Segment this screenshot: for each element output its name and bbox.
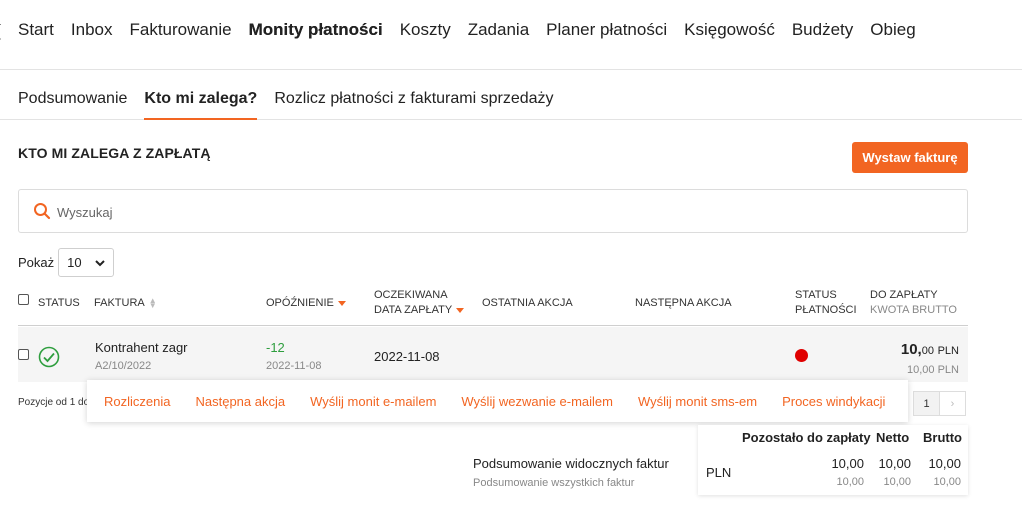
summary-table: Pozostało do zapłaty Netto Brutto PLN 10…	[698, 425, 968, 495]
action-wyslij-wezwanie-email[interactable]: Wyślij wezwanie e-mailem	[461, 394, 613, 409]
action-wyslij-monit-sms[interactable]: Wyślij monit sms-em	[638, 394, 757, 409]
header-to-pay: DO ZAPŁATY KWOTA BRUTTO	[870, 288, 957, 318]
next-page-button[interactable]: ›	[939, 391, 966, 416]
table-header: STATUS FAKTURA ▲ ▼ OPÓŹNIENIE OCZEKIWANA DA…	[18, 283, 968, 326]
sort-desc-icon	[337, 300, 346, 306]
page-size-select[interactable]: 10	[58, 248, 115, 277]
summary-visible-gross: 10,00	[928, 456, 961, 471]
nav-item-ksiegowosc[interactable]: Księgowość	[684, 20, 775, 40]
summary-visible-remaining: 10,00	[831, 456, 864, 471]
header-delay[interactable]: OPÓŹNIENIE	[266, 296, 346, 311]
action-rozliczenia[interactable]: Rozliczenia	[104, 394, 170, 409]
header-last-action: OSTATNIA AKCJA	[482, 297, 573, 309]
header-delay-label: OPÓŹNIENIE	[266, 297, 334, 309]
row-expected-date: 2022-11-08	[374, 349, 440, 364]
row-actions-menu: Rozliczenia Następna akcja Wyślij monit …	[87, 380, 908, 422]
header-expected-date[interactable]: OCZEKIWANA DATA ZAPŁATY	[374, 288, 465, 318]
tab-kto-mi-zalega[interactable]: Kto mi zalega?	[144, 90, 258, 120]
header-invoice[interactable]: FAKTURA ▲ ▼	[94, 296, 157, 311]
nav-item-monity-platnosci[interactable]: Monity płatności	[249, 20, 383, 40]
sub-navigation: Podsumowanie Kto mi zalega? Rozlicz płat…	[0, 71, 1022, 120]
page-button-1[interactable]: 1	[913, 391, 940, 416]
row-gross-amount: 10,00 PLN	[907, 364, 959, 376]
summary-header-remaining: Pozostało do zapłaty	[742, 430, 871, 445]
page-size-label: Pokaż	[18, 255, 55, 270]
summary-all-remaining: 10,00	[836, 476, 864, 488]
table-row[interactable]: Kontrahent zagr A2/10/2022 -12 2022-11-0…	[18, 327, 968, 382]
positions-info: Pozycje od 1 do	[18, 397, 90, 408]
summary-all-gross: 10,00	[933, 476, 961, 488]
row-checkbox[interactable]	[18, 349, 29, 360]
tab-podsumowanie[interactable]: Podsumowanie	[18, 90, 127, 120]
summary-visible-label: Podsumowanie widocznych faktur	[473, 456, 669, 471]
page-size-value: 10	[67, 255, 82, 270]
summary-all-net: 10,00	[883, 476, 911, 488]
row-contractor[interactable]: Kontrahent zagr	[95, 340, 188, 355]
search-icon	[34, 203, 51, 220]
pagination: 1 ›	[913, 391, 966, 416]
action-wyslij-monit-email[interactable]: Wyślij monit e-mailem	[310, 394, 436, 409]
row-invoice-number: A2/10/2022	[95, 360, 152, 372]
row-amount: 10,00 PLN	[901, 341, 959, 358]
nav-item-fakturowanie[interactable]: Fakturowanie	[130, 20, 232, 40]
row-delay-date: 2022-11-08	[266, 360, 322, 372]
row-amount-currency: PLN	[937, 345, 959, 357]
main-nav-items: Start Inbox Fakturowanie Monity płatnośc…	[18, 20, 933, 40]
main-navigation: [ Start Inbox Fakturowanie Monity płatno…	[0, 0, 1022, 70]
issue-invoice-button[interactable]: Wystaw fakturę	[852, 142, 968, 173]
summary-header-net: Netto	[876, 430, 910, 445]
sub-nav-items: Podsumowanie Kto mi zalega? Rozlicz płat…	[18, 90, 571, 120]
action-nastepna-akcja[interactable]: Następna akcja	[195, 394, 285, 409]
check-circle-icon	[38, 346, 60, 368]
header-next-action: NASTĘPNA AKCJA	[635, 297, 732, 309]
nav-item-koszty[interactable]: Koszty	[400, 20, 451, 40]
select-all-checkbox[interactable]	[18, 294, 29, 305]
nav-edge-fragment: [	[0, 21, 1, 41]
summary-all-label: Podsumowanie wszystkich faktur	[473, 477, 635, 489]
nav-item-zadania[interactable]: Zadania	[468, 20, 529, 40]
header-to-pay-line2: KWOTA BRUTTO	[870, 304, 957, 316]
nav-item-start[interactable]: Start	[18, 20, 54, 40]
page-size-control: Pokaż 10	[18, 248, 115, 277]
header-invoice-label: FAKTURA	[94, 297, 145, 309]
nav-item-planer-platnosci[interactable]: Planer płatności	[546, 20, 667, 40]
action-proces-windykacji[interactable]: Proces windykacji	[782, 394, 885, 409]
header-expected-date-line1: OCZEKIWANA	[374, 289, 448, 301]
summary-currency: PLN	[706, 465, 732, 480]
search-box[interactable]	[18, 189, 968, 233]
header-payment-status-line1: STATUS	[795, 289, 837, 301]
payment-status-dot	[795, 349, 808, 362]
search-input[interactable]	[57, 201, 937, 223]
header-status: STATUS	[38, 297, 80, 309]
row-delay-days: -12	[266, 340, 285, 355]
nav-item-obieg[interactable]: Obieg	[870, 20, 915, 40]
page-title: KTO MI ZALEGA Z ZAPŁATĄ	[18, 145, 211, 161]
header-payment-status-line2: PŁATNOŚCI	[795, 304, 857, 316]
summary-visible-net: 10,00	[878, 456, 911, 471]
summary-header-gross: Brutto	[923, 430, 962, 445]
chevron-down-icon	[95, 259, 105, 266]
nav-item-inbox[interactable]: Inbox	[71, 20, 113, 40]
nav-item-budzety[interactable]: Budżety	[792, 20, 853, 40]
header-to-pay-line1: DO ZAPŁATY	[870, 289, 938, 301]
sort-icon: ▲ ▼	[148, 296, 157, 311]
row-amount-int: 10,	[900, 341, 922, 358]
tab-rozlicz-platnosci[interactable]: Rozlicz płatności z fakturami sprzedaży	[274, 90, 553, 120]
header-payment-status: STATUS PŁATNOŚCI	[795, 288, 857, 318]
header-expected-date-line2: DATA ZAPŁATY	[374, 304, 453, 316]
row-amount-dec: 00	[921, 345, 934, 357]
sort-desc-icon	[456, 307, 465, 313]
